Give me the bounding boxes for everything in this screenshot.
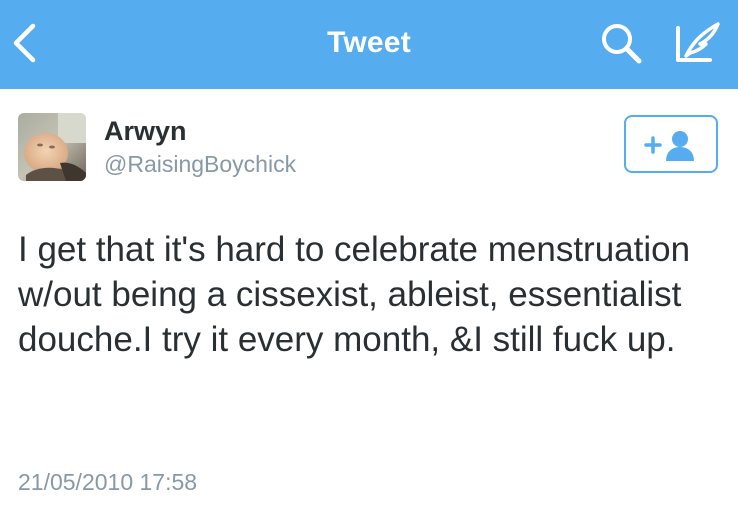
avatar-photo-icon <box>18 113 86 181</box>
compose-tweet-icon <box>676 22 720 62</box>
top-navigation-bar: Tweet <box>0 0 738 89</box>
author-handle[interactable]: @RaisingBoychick <box>104 151 296 178</box>
tweet-timestamp: 21/05/2010 17:58 <box>18 469 198 495</box>
tweet-text: I get that it's hard to celebrate menstr… <box>18 230 691 359</box>
search-icon <box>602 24 642 64</box>
author-display-name[interactable]: Arwyn <box>104 116 187 147</box>
compose-tweet-button[interactable] <box>670 18 724 68</box>
tweet-detail-screen: Tweet Arwyn @RaisingBoychick I get that … <box>0 0 738 524</box>
follow-user-icon <box>644 131 694 161</box>
avatar[interactable] <box>18 113 86 181</box>
tweet-card: Arwyn @RaisingBoychick I get that it's h… <box>0 89 738 524</box>
search-button[interactable] <box>598 20 644 66</box>
follow-button[interactable] <box>624 115 718 173</box>
